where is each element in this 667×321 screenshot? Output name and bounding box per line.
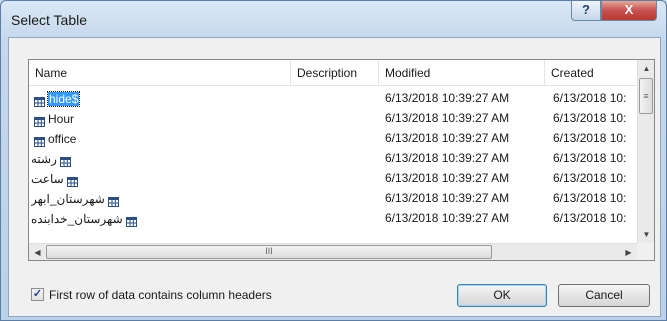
table-name: office <box>48 131 77 146</box>
scroll-right-arrow[interactable]: ▶ <box>620 244 637 260</box>
column-header-modified[interactable]: Modified <box>379 60 545 85</box>
scrollbar-corner <box>637 243 654 260</box>
column-header-created[interactable]: Created <box>545 60 637 85</box>
created-cell: 6/13/2018 10: <box>553 131 627 145</box>
select-table-dialog: Select Table ? X Name Description Modifi… <box>0 0 667 321</box>
name-cell: office <box>31 128 281 148</box>
title-bar: Select Table ? X <box>1 1 666 37</box>
created-cell: 6/13/2018 10: <box>553 191 627 205</box>
name-cell: ساعت <box>31 168 281 188</box>
cancel-button[interactable]: Cancel <box>558 284 650 307</box>
table-row[interactable]: office 6/13/2018 10:39:27 AM 6/13/2018 10: <box>29 128 637 148</box>
ok-button[interactable]: OK <box>457 284 547 307</box>
vertical-scroll-thumb[interactable]: ≡ <box>639 78 653 114</box>
first-row-headers-label[interactable]: First row of data contains column header… <box>49 287 272 303</box>
table-name: رشته <box>31 151 57 166</box>
created-cell: 6/13/2018 10: <box>553 151 627 165</box>
scroll-left-arrow[interactable]: ◀ <box>29 244 46 260</box>
vertical-scrollbar[interactable]: ▲ ≡ ▼ <box>637 60 654 243</box>
table-icon <box>34 133 45 147</box>
close-button[interactable]: X <box>601 1 657 21</box>
horizontal-scrollbar[interactable]: ◀ III ▶ <box>29 243 637 260</box>
table-row[interactable]: ساعت 6/13/2018 10:39:27 AM 6/13/2018 10: <box>29 168 637 188</box>
name-cell: رشته <box>31 148 281 168</box>
table-name: Hour <box>48 111 75 126</box>
dialog-body: Name Description Modified Created hide$ 6… <box>8 37 661 317</box>
table-icon <box>66 173 78 187</box>
modified-cell: 6/13/2018 10:39:27 AM <box>385 191 510 205</box>
table-row[interactable]: شهرستان_خدابنده 6/13/2018 10:39:27 AM 6/13… <box>29 208 637 228</box>
table-name: شهرستان_خدابنده <box>31 211 123 226</box>
modified-cell: 6/13/2018 10:39:27 AM <box>385 211 510 225</box>
table-row[interactable]: Hour 6/13/2018 10:39:27 AM 6/13/2018 10: <box>29 108 637 128</box>
created-cell: 6/13/2018 10: <box>553 211 627 225</box>
table-icon <box>34 93 45 107</box>
modified-cell: 6/13/2018 10:39:27 AM <box>385 171 510 185</box>
name-cell: hide$ <box>31 88 281 108</box>
modified-cell: 6/13/2018 10:39:27 AM <box>385 151 510 165</box>
table-name: hide$ <box>46 90 81 107</box>
table-row[interactable]: hide$ 6/13/2018 10:39:27 AM 6/13/2018 10: <box>29 88 637 108</box>
created-cell: 6/13/2018 10: <box>553 91 627 105</box>
first-row-headers-checkbox[interactable]: ✓ <box>31 288 44 301</box>
modified-cell: 6/13/2018 10:39:27 AM <box>385 111 510 125</box>
horizontal-scroll-thumb[interactable]: III <box>46 245 492 259</box>
help-button[interactable]: ? <box>571 1 601 21</box>
name-cell: Hour <box>31 108 281 128</box>
dialog-title: Select Table <box>11 12 88 28</box>
scroll-up-arrow[interactable]: ▲ <box>638 60 654 77</box>
table-icon <box>107 193 119 207</box>
name-cell: شهرستان_خدابنده <box>31 208 281 228</box>
table-list[interactable]: Name Description Modified Created hide$ 6… <box>28 59 655 261</box>
modified-cell: 6/13/2018 10:39:27 AM <box>385 91 510 105</box>
created-cell: 6/13/2018 10: <box>553 111 627 125</box>
table-row[interactable]: شهرستان_ابهر 6/13/2018 10:39:27 AM 6/13/20… <box>29 188 637 208</box>
table-icon <box>59 153 71 167</box>
modified-cell: 6/13/2018 10:39:27 AM <box>385 131 510 145</box>
column-header-name[interactable]: Name <box>29 60 291 85</box>
list-header: Name Description Modified Created <box>29 60 637 86</box>
table-name: شهرستان_ابهر <box>31 191 105 206</box>
created-cell: 6/13/2018 10: <box>553 171 627 185</box>
table-name: ساعت <box>31 171 64 186</box>
column-header-description[interactable]: Description <box>291 60 379 85</box>
scroll-down-arrow[interactable]: ▼ <box>638 226 654 243</box>
name-cell: شهرستان_ابهر <box>31 188 281 208</box>
table-icon <box>34 113 45 127</box>
table-icon <box>125 213 137 227</box>
table-row[interactable]: رشته 6/13/2018 10:39:27 AM 6/13/2018 10: <box>29 148 637 168</box>
